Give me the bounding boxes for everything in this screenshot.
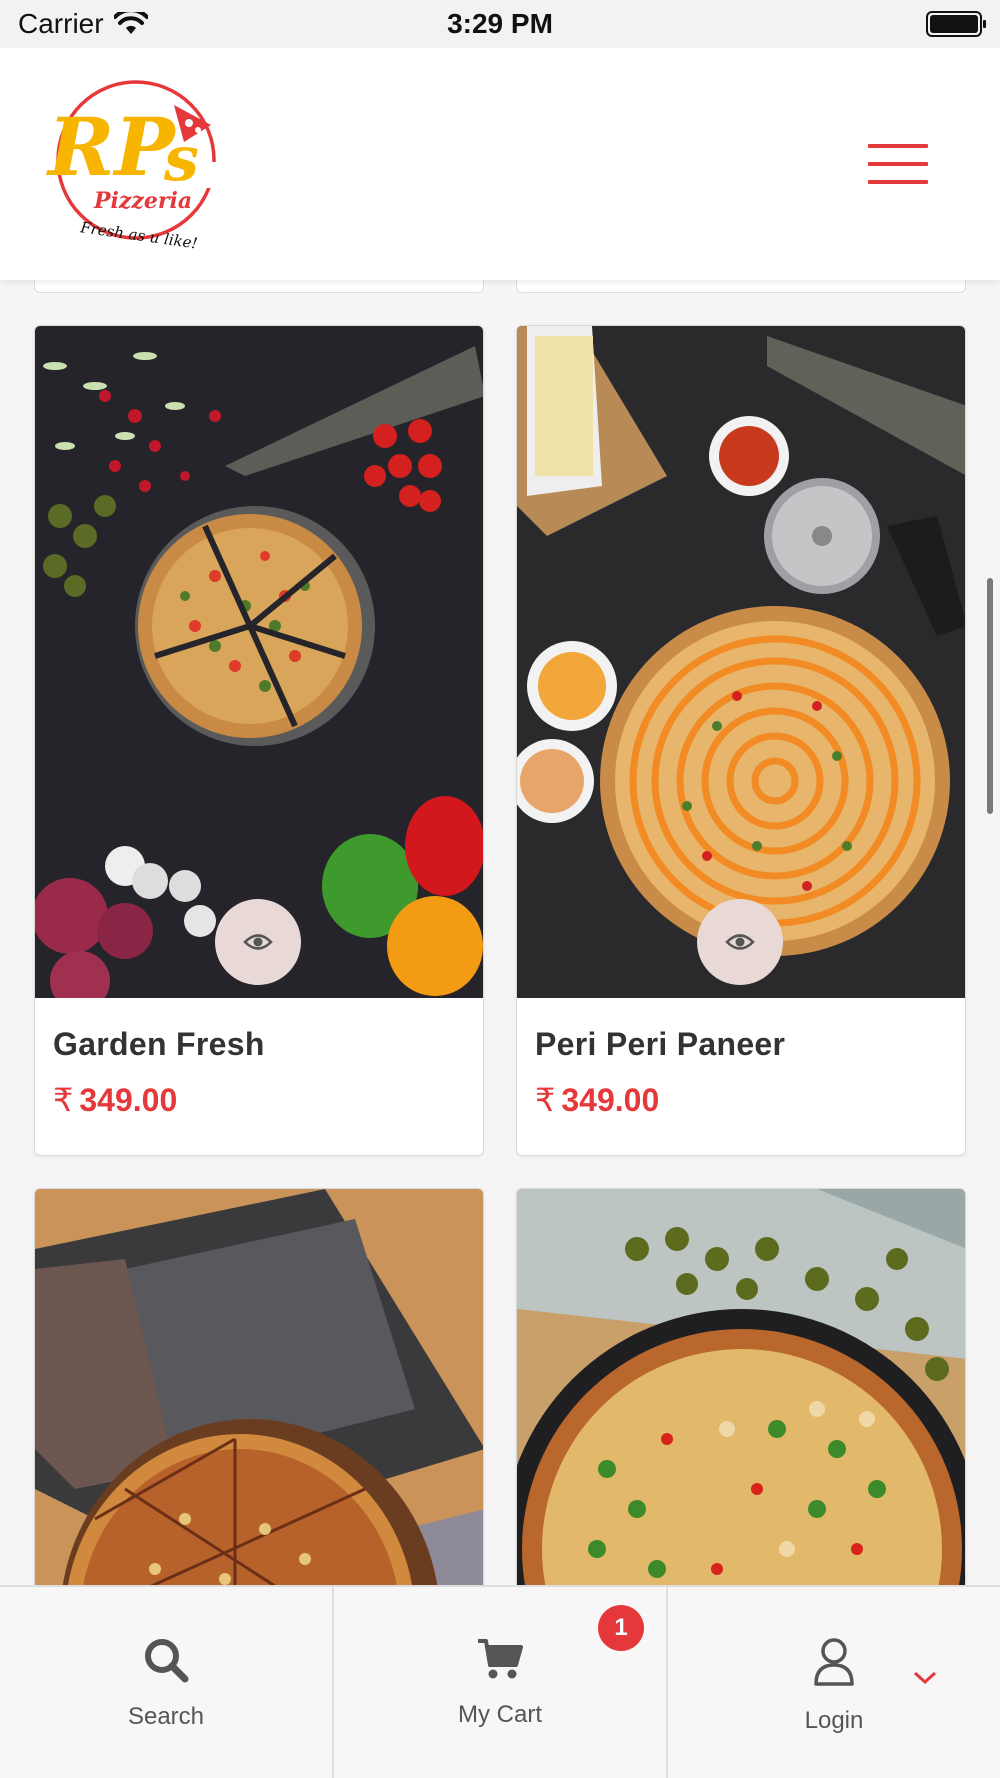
nav-cart-label: My Cart (458, 1701, 542, 1728)
app-header: RP s Pizzeria Fresh as u like! (0, 48, 1000, 280)
nav-cart[interactable]: My Cart 1 (334, 1587, 668, 1778)
status-time: 3:29 PM (447, 8, 553, 39)
quick-view-button[interactable] (697, 899, 783, 985)
quick-view-button[interactable] (215, 899, 301, 985)
product-card-peri-peri-paneer[interactable]: Peri Peri Paneer ₹349.00 (516, 325, 966, 1156)
nav-search[interactable]: Search (0, 1587, 334, 1778)
product-info: Garden Fresh ₹349.00 (35, 998, 483, 1155)
nav-login-label: Login (804, 1707, 864, 1734)
eye-icon (725, 934, 755, 950)
nav-search-label: Search (127, 1703, 205, 1730)
cart-icon (478, 1639, 523, 1679)
nav-login[interactable]: Login (668, 1587, 1000, 1778)
product-image[interactable] (35, 1189, 483, 1585)
status-left: Carrier (18, 8, 148, 40)
product-image[interactable] (517, 326, 965, 998)
app-screen: Carrier 3:29 PM RP s Pizzeria Fresh as u… (0, 0, 1000, 1778)
product-name[interactable]: Peri Peri Paneer (535, 1026, 947, 1063)
menu-line (868, 162, 928, 166)
menu-line (868, 144, 928, 148)
chevron-down-icon[interactable] (912, 1667, 938, 1687)
product-grid: Garden Fresh ₹349.00 Peri Peri Paneer ₹ … (0, 250, 1000, 1585)
wifi-icon (113, 12, 148, 34)
product-card-partial[interactable] (34, 1188, 484, 1585)
product-price: ₹349.00 (53, 1081, 465, 1119)
currency-symbol: ₹ (53, 1082, 74, 1118)
product-name[interactable]: Garden Fresh (53, 1026, 465, 1063)
menu-line (868, 180, 928, 184)
product-card-garden-fresh[interactable]: Garden Fresh ₹349.00 (34, 325, 484, 1156)
brand-logo[interactable]: RP s Pizzeria Fresh as u like! (46, 70, 226, 260)
battery-icon (926, 11, 986, 37)
scroll-indicator[interactable] (987, 578, 993, 814)
carrier-label: Carrier (18, 8, 104, 39)
product-image[interactable] (35, 326, 483, 998)
product-info: Peri Peri Paneer ₹349.00 (517, 998, 965, 1155)
hamburger-menu-button[interactable] (868, 144, 928, 184)
svg-text:s: s (163, 122, 199, 195)
currency-symbol: ₹ (535, 1082, 556, 1118)
svg-text:RP: RP (46, 100, 177, 194)
price-value: 349.00 (79, 1082, 178, 1118)
svg-text:Pizzeria: Pizzeria (93, 188, 192, 214)
search-icon (145, 1639, 189, 1683)
user-icon (814, 1638, 854, 1686)
cart-count-badge: 1 (598, 1605, 644, 1651)
product-price: ₹349.00 (535, 1081, 947, 1119)
product-card-partial[interactable] (516, 1188, 966, 1585)
bottom-nav: Search My Cart 1 Login (0, 1585, 1000, 1778)
status-bar: Carrier 3:29 PM (0, 0, 1000, 48)
price-value: 349.00 (561, 1082, 660, 1118)
eye-icon (243, 934, 273, 950)
product-image[interactable] (517, 1189, 965, 1585)
